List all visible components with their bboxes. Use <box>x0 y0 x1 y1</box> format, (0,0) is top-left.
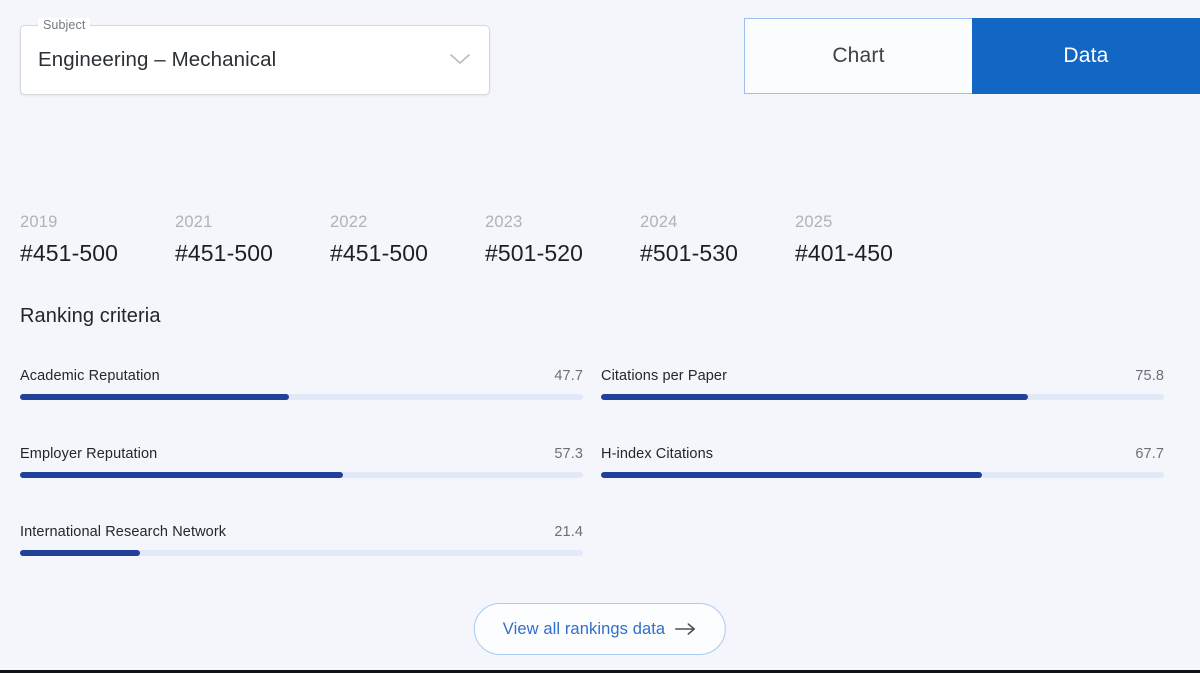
year-rank-value: #451-500 <box>20 240 118 266</box>
criterion-name: Employer Reputation <box>20 446 158 462</box>
year-rank-item: 2019 #451-500 <box>20 212 175 266</box>
criterion-bar-track <box>20 550 583 556</box>
criterion-name: Academic Reputation <box>20 368 160 384</box>
year-label: 2023 <box>485 213 523 231</box>
year-rank-item: 2023 #501-520 <box>485 212 640 266</box>
view-all-rankings-data-button[interactable]: View all rankings data <box>473 603 727 655</box>
chevron-down-icon[interactable] <box>449 52 471 66</box>
year-label: 2021 <box>175 213 213 231</box>
criterion-bar-fill <box>20 394 289 400</box>
subject-select[interactable]: Subject Engineering – Mechanical <box>20 18 490 95</box>
year-rank-item: 2022 #451-500 <box>330 212 485 266</box>
criterion-value: 75.8 <box>1135 368 1164 384</box>
subject-select-legend: Subject <box>38 18 91 32</box>
criterion-row: Academic Reputation 47.7 <box>20 368 583 400</box>
criteria-column-left: Academic Reputation 47.7 Employer Reputa… <box>20 368 583 602</box>
tab-chart[interactable]: Chart <box>744 18 972 94</box>
view-toggle: Chart Data <box>744 18 1200 94</box>
subject-select-value: Engineering – Mechanical <box>38 48 277 71</box>
criterion-row: Citations per Paper 75.8 <box>601 368 1164 400</box>
rankings-by-year: 2019 #451-500 2021 #451-500 2022 #451-50… <box>20 212 950 266</box>
year-rank-value: #401-450 <box>795 240 893 266</box>
criterion-value: 67.7 <box>1135 446 1164 462</box>
tab-data[interactable]: Data <box>972 18 1200 94</box>
year-label: 2024 <box>640 213 678 231</box>
criterion-bar-track <box>601 394 1164 400</box>
year-rank-value: #501-530 <box>640 240 738 266</box>
criterion-name: Citations per Paper <box>601 368 728 384</box>
criterion-bar-track <box>20 394 583 400</box>
year-label: 2019 <box>20 213 58 231</box>
criterion-row: Employer Reputation 57.3 <box>20 446 583 478</box>
ranking-criteria-list: Academic Reputation 47.7 Employer Reputa… <box>20 368 1164 602</box>
ranking-criteria-heading: Ranking criteria <box>20 305 161 327</box>
criterion-bar-track <box>601 472 1164 478</box>
criterion-value: 47.7 <box>554 368 583 384</box>
year-rank-item: 2021 #451-500 <box>175 212 330 266</box>
criterion-value: 57.3 <box>554 446 583 462</box>
criteria-column-right: Citations per Paper 75.8 H-index Citatio… <box>601 368 1164 602</box>
criterion-bar-track <box>20 472 583 478</box>
view-all-rankings-data-label: View all rankings data <box>502 619 666 638</box>
year-label: 2025 <box>795 213 833 231</box>
criterion-name: H-index Citations <box>601 446 714 462</box>
year-label: 2022 <box>330 213 368 231</box>
criterion-bar-fill <box>601 394 1028 400</box>
year-rank-value: #451-500 <box>330 240 428 266</box>
criterion-row: H-index Citations 67.7 <box>601 446 1164 478</box>
year-rank-item: 2024 #501-530 <box>640 212 795 266</box>
criterion-bar-fill <box>20 472 343 478</box>
arrow-right-icon <box>675 622 697 636</box>
criterion-name: International Research Network <box>20 524 227 540</box>
criterion-bar-fill <box>601 472 983 478</box>
year-rank-value: #451-500 <box>175 240 273 266</box>
criterion-row: International Research Network 21.4 <box>20 524 583 556</box>
rankings-data-panel: Subject Engineering – Mechanical Chart D… <box>0 0 1200 673</box>
criterion-value: 21.4 <box>554 524 583 540</box>
year-rank-item: 2025 #401-450 <box>795 212 950 266</box>
criterion-bar-fill <box>20 550 141 556</box>
year-rank-value: #501-520 <box>485 240 583 266</box>
